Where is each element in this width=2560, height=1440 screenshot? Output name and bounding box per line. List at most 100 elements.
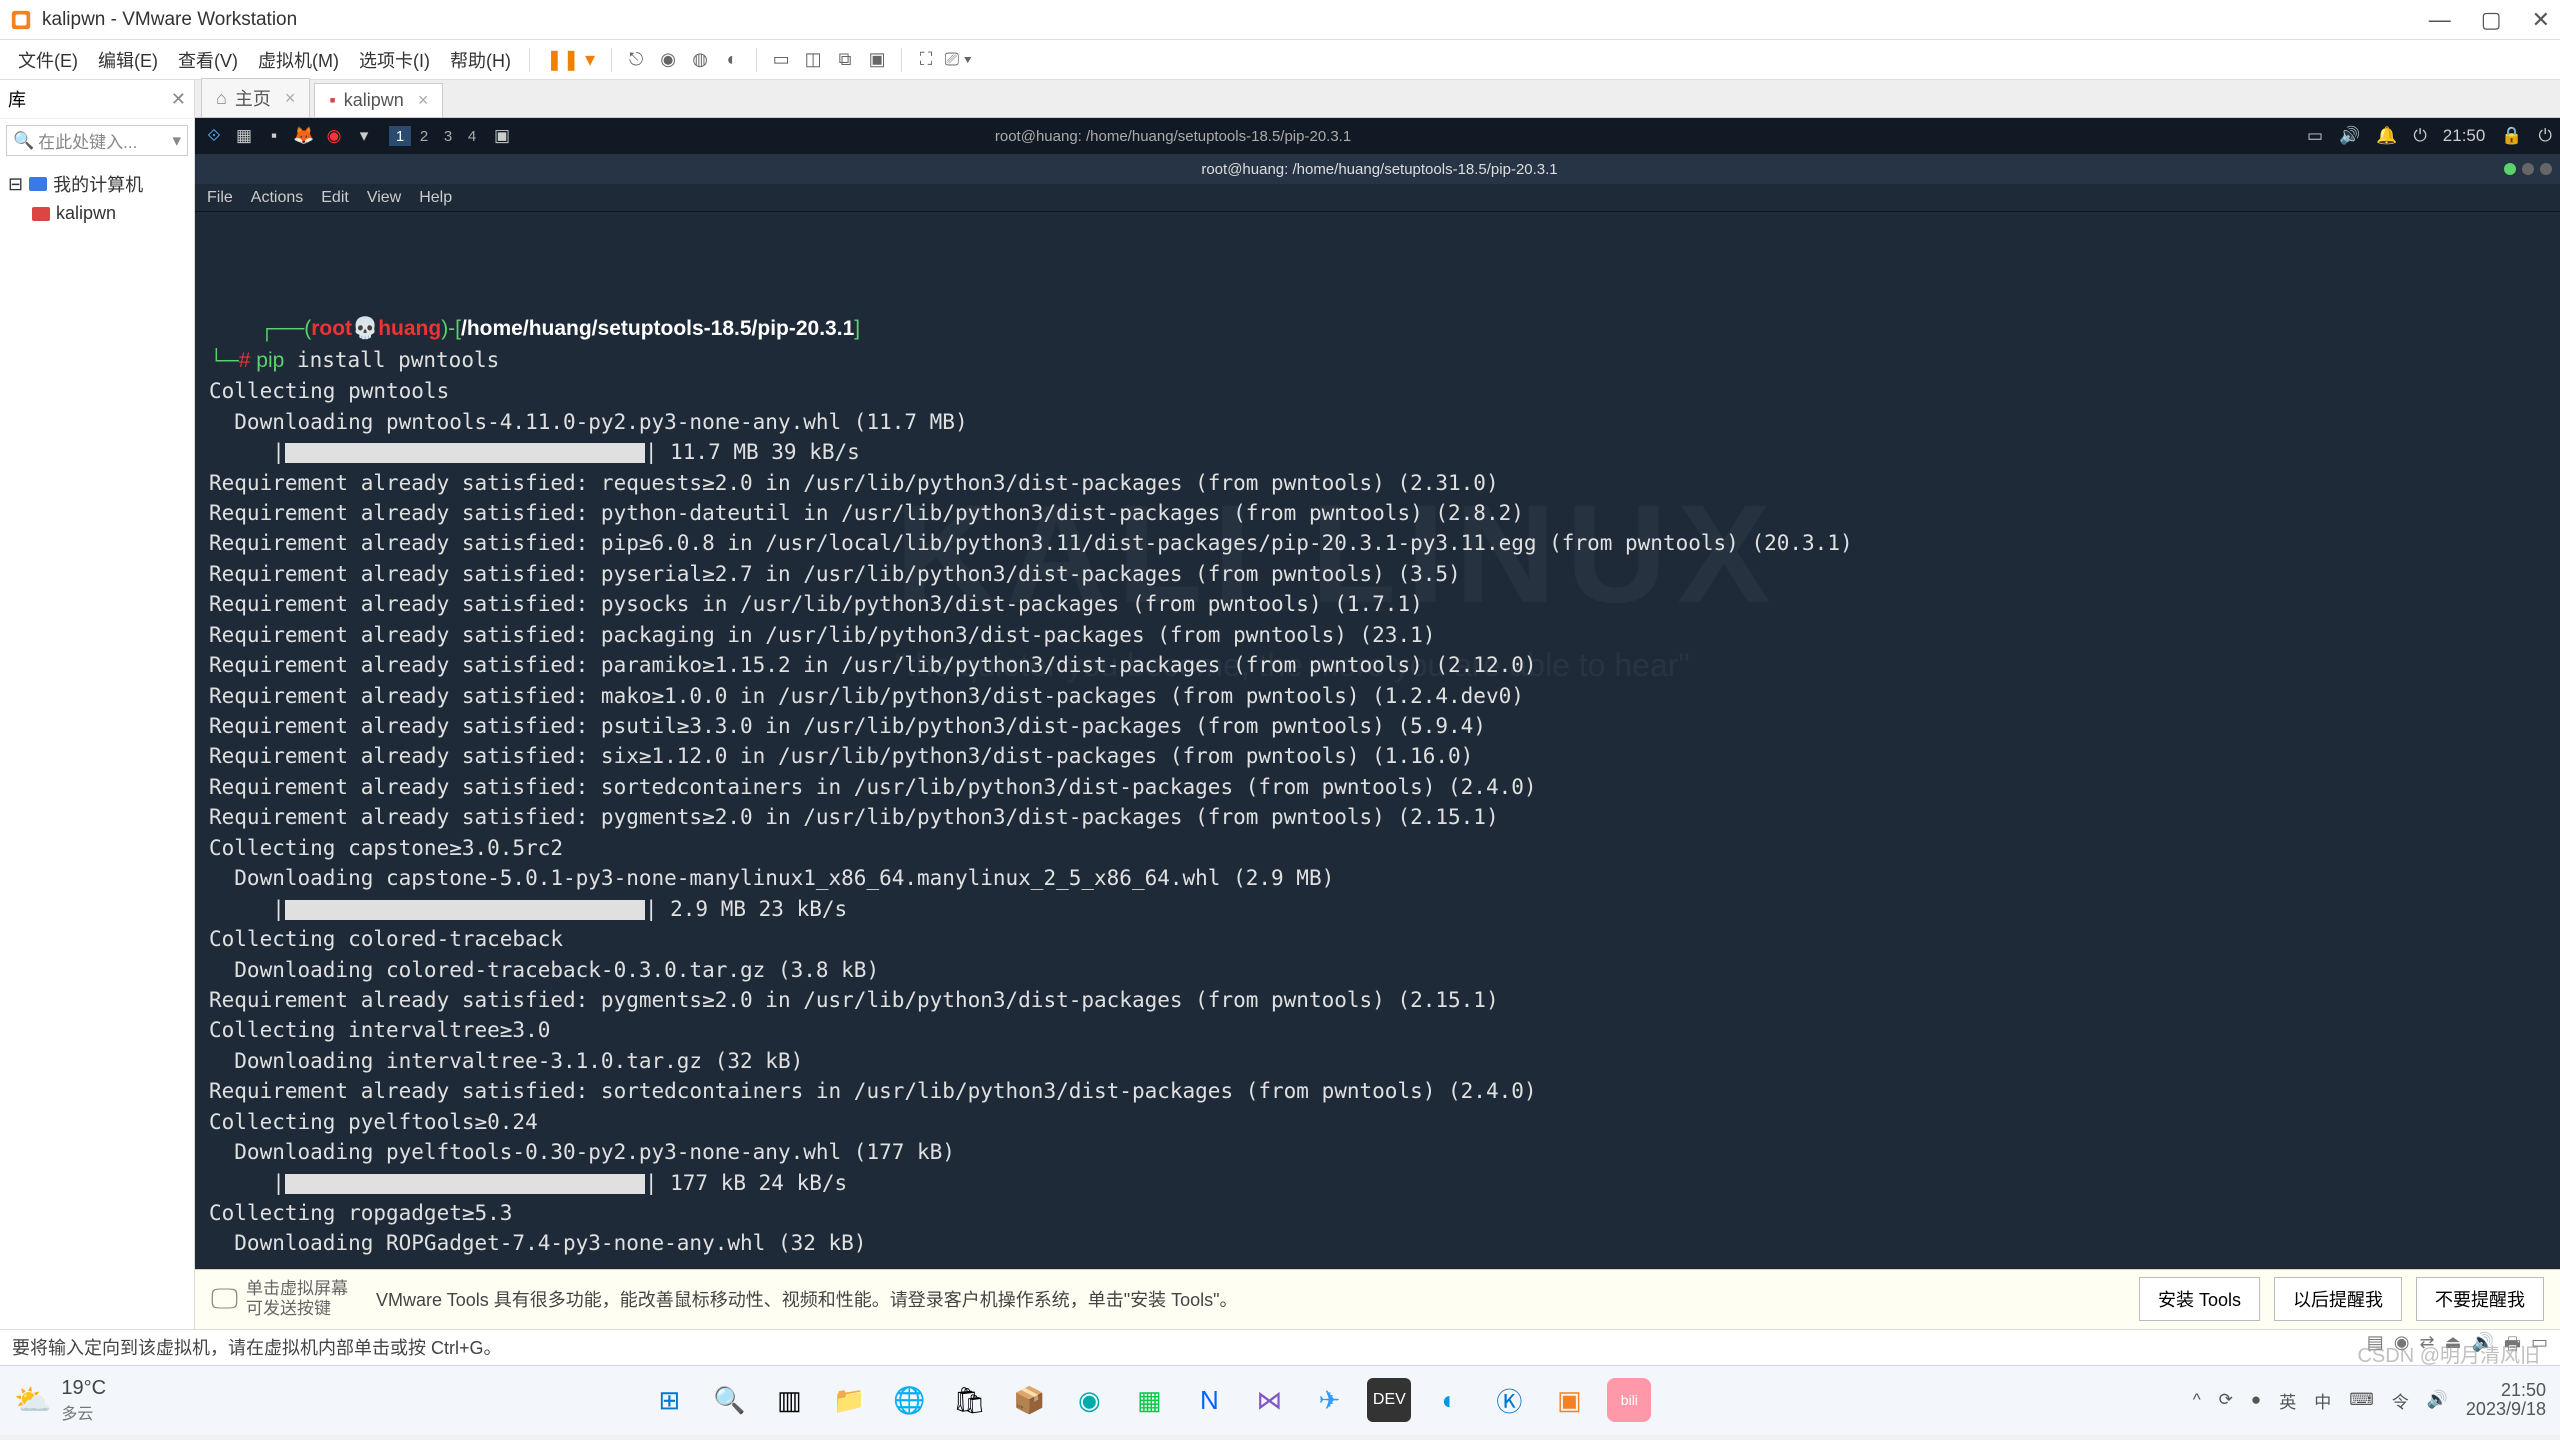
send-ctrlaltdel-icon[interactable]: ⎋ [622, 46, 650, 74]
watermark: KALI LINUX [895, 452, 1781, 655]
fullscreen-icon[interactable]: ⛶ [912, 46, 940, 74]
workspace-switcher[interactable]: 1 2 3 4 [389, 126, 483, 146]
install-tools-button[interactable]: 安装 Tools [2139, 1277, 2260, 1321]
record-icon[interactable]: ▭ [2307, 126, 2323, 146]
app-terminal-icon[interactable]: ▣ [491, 125, 513, 147]
vmware-icon[interactable]: ▣ [1547, 1378, 1591, 1422]
tray-dot-icon[interactable]: ● [2251, 1390, 2261, 1410]
tab-strip: ⌂主页× ▪kalipwn× [195, 80, 2560, 118]
sidebar-close-icon[interactable]: ✕ [171, 89, 186, 110]
chevron-down-icon[interactable]: ▾ [172, 131, 181, 151]
app-icon[interactable]: ◉ [1067, 1378, 1111, 1422]
sidebar-search[interactable]: 🔍在此处键入...▾ [6, 125, 188, 156]
kali-logo-icon[interactable]: ⟐ [203, 125, 225, 147]
layout2-icon[interactable]: ◫ [799, 46, 827, 74]
chevron-down-icon[interactable]: ▾ [353, 125, 375, 147]
tab-home[interactable]: ⌂主页× [201, 78, 310, 117]
ime-kb-icon[interactable]: ⌨ [2349, 1390, 2374, 1410]
terminal-output[interactable]: KALI LINUX "the quieter you become, the … [195, 212, 2560, 1269]
clock[interactable]: 21:50 [2443, 126, 2486, 146]
app-icon[interactable]: Ⓚ [1487, 1378, 1531, 1422]
menu-help[interactable]: 帮助(H) [442, 43, 519, 77]
search-button[interactable]: 🔍 [707, 1378, 751, 1422]
network-icon[interactable]: ⏻ [2413, 126, 2426, 146]
tree-vm-kalipwn[interactable]: kalipwn [6, 200, 188, 227]
maximize-button[interactable]: ▢ [2481, 7, 2502, 33]
app-icon[interactable]: ◐ [1427, 1378, 1471, 1422]
app-icon[interactable]: 📦 [1007, 1378, 1051, 1422]
term-menu-actions[interactable]: Actions [251, 189, 303, 207]
terminal-icon[interactable]: ▪ [263, 125, 285, 147]
app-icon[interactable]: ▦ [1127, 1378, 1171, 1422]
ime-zh[interactable]: 中 [2314, 1388, 2331, 1413]
volume-icon[interactable]: 🔊 [2339, 126, 2360, 146]
notify-icon[interactable]: 🔔 [2376, 126, 2397, 146]
layout3-icon[interactable]: ⧉ [831, 46, 859, 74]
menu-tabs[interactable]: 选项卡(I) [351, 43, 438, 77]
vmware-tools-bar: 🖵 单击虚拟屏幕可发送按键 VMware Tools 具有很多功能，能改善鼠标移… [195, 1269, 2560, 1329]
snapshot-manage-icon[interactable]: ◍ [686, 46, 714, 74]
unity-icon[interactable]: ⎚ ▾ [944, 46, 972, 74]
firefox-icon[interactable]: 🦊 [293, 125, 315, 147]
menu-view[interactable]: 查看(V) [170, 43, 246, 77]
kali-panel: ⟐ ▦ ▪ 🦊 ◉ ▾ 1 2 3 4 ▣ root@huang: /home/… [195, 118, 2560, 154]
window-title: kalipwn - VMware Workstation [42, 9, 297, 31]
explorer-icon[interactable]: 📁 [827, 1378, 871, 1422]
term-menu-edit[interactable]: Edit [321, 189, 349, 207]
term-menu-help[interactable]: Help [419, 189, 452, 207]
store-icon[interactable]: 🛍 [947, 1378, 991, 1422]
menu-edit[interactable]: 编辑(E) [90, 43, 166, 77]
max-dot-icon[interactable] [2522, 163, 2534, 175]
tray-chevron-icon[interactable]: ^ [2193, 1390, 2201, 1410]
term-menu-file[interactable]: File [207, 189, 233, 207]
never-remind-button[interactable]: 不要提醒我 [2416, 1277, 2544, 1321]
snapshot-icon[interactable]: ◉ [654, 46, 682, 74]
tree-root[interactable]: ⊟我的计算机 [6, 168, 188, 200]
app-icon[interactable]: ✈ [1307, 1378, 1351, 1422]
taskview-button[interactable]: ▥ [767, 1378, 811, 1422]
layout1-icon[interactable]: ▭ [767, 46, 795, 74]
weather-widget[interactable]: ⛅ 19°C多云 [14, 1377, 106, 1424]
close-icon[interactable]: × [285, 88, 296, 109]
revert-icon[interactable]: ◐ [718, 46, 746, 74]
files-icon[interactable]: ▦ [233, 125, 255, 147]
close-dot-icon[interactable] [2540, 163, 2552, 175]
tab-kalipwn[interactable]: ▪kalipwn× [314, 83, 443, 117]
terminal-menubar: File Actions Edit View Help [195, 184, 2560, 212]
taskbar-clock[interactable]: 21:502023/9/18 [2466, 1381, 2546, 1421]
sidebar: 库✕ 🔍在此处键入...▾ ⊟我的计算机 kalipwn [0, 80, 195, 1329]
tray-sync-icon[interactable]: ⟳ [2219, 1390, 2233, 1410]
lock-icon[interactable]: 🔒 [2501, 126, 2522, 146]
menu-vm[interactable]: 虚拟机(M) [250, 43, 347, 77]
bilibili-icon[interactable]: bili [1607, 1378, 1651, 1422]
pause-icon[interactable]: ❚❚ ▾ [540, 47, 601, 72]
burp-icon[interactable]: ◉ [323, 125, 345, 147]
edge-icon[interactable]: 🌐 [887, 1378, 931, 1422]
close-button[interactable]: ✕ [2532, 7, 2550, 33]
computer-icon [29, 177, 47, 191]
close-icon[interactable]: × [418, 90, 429, 111]
wifi-icon[interactable]: 令 [2392, 1388, 2409, 1413]
remind-later-button[interactable]: 以后提醒我 [2274, 1277, 2402, 1321]
status-msg: 要将输入定向到该虚拟机，请在虚拟机内部单击或按 Ctrl+G。 [12, 1334, 502, 1360]
weather-icon: ⛅ [14, 1383, 51, 1418]
app-icon[interactable]: DEV [1367, 1378, 1411, 1422]
vm-display[interactable]: ⟐ ▦ ▪ 🦊 ◉ ▾ 1 2 3 4 ▣ root@huang: /home/… [195, 118, 2560, 1269]
layout4-icon[interactable]: ▣ [863, 46, 891, 74]
watermark-sub: "the quieter you become, the more you ar… [895, 642, 1690, 688]
start-button[interactable]: ⊞ [647, 1378, 691, 1422]
vs-icon[interactable]: ⋈ [1247, 1378, 1291, 1422]
vm-icon: ▪ [329, 90, 335, 111]
power-icon[interactable]: ⏻ [2539, 126, 2552, 146]
volume-icon[interactable]: 🔊 [2427, 1390, 2448, 1410]
term-menu-view[interactable]: View [367, 189, 401, 207]
vm-icon [32, 207, 50, 221]
app-icon[interactable]: N [1187, 1378, 1231, 1422]
ime-en[interactable]: 英 [2279, 1388, 2296, 1413]
csdn-watermark: CSDN @明月清风旧 [2357, 1339, 2540, 1368]
window-titlebar: kalipwn - VMware Workstation — ▢ ✕ [0, 0, 2560, 40]
min-dot-icon[interactable] [2504, 163, 2516, 175]
menu-file[interactable]: 文件(E) [10, 43, 86, 77]
windows-taskbar: ⛅ 19°C多云 ⊞ 🔍 ▥ 📁 🌐 🛍 📦 ◉ ▦ N ⋈ ✈ DEV ◐ Ⓚ… [0, 1365, 2560, 1435]
minimize-button[interactable]: — [2429, 7, 2451, 33]
